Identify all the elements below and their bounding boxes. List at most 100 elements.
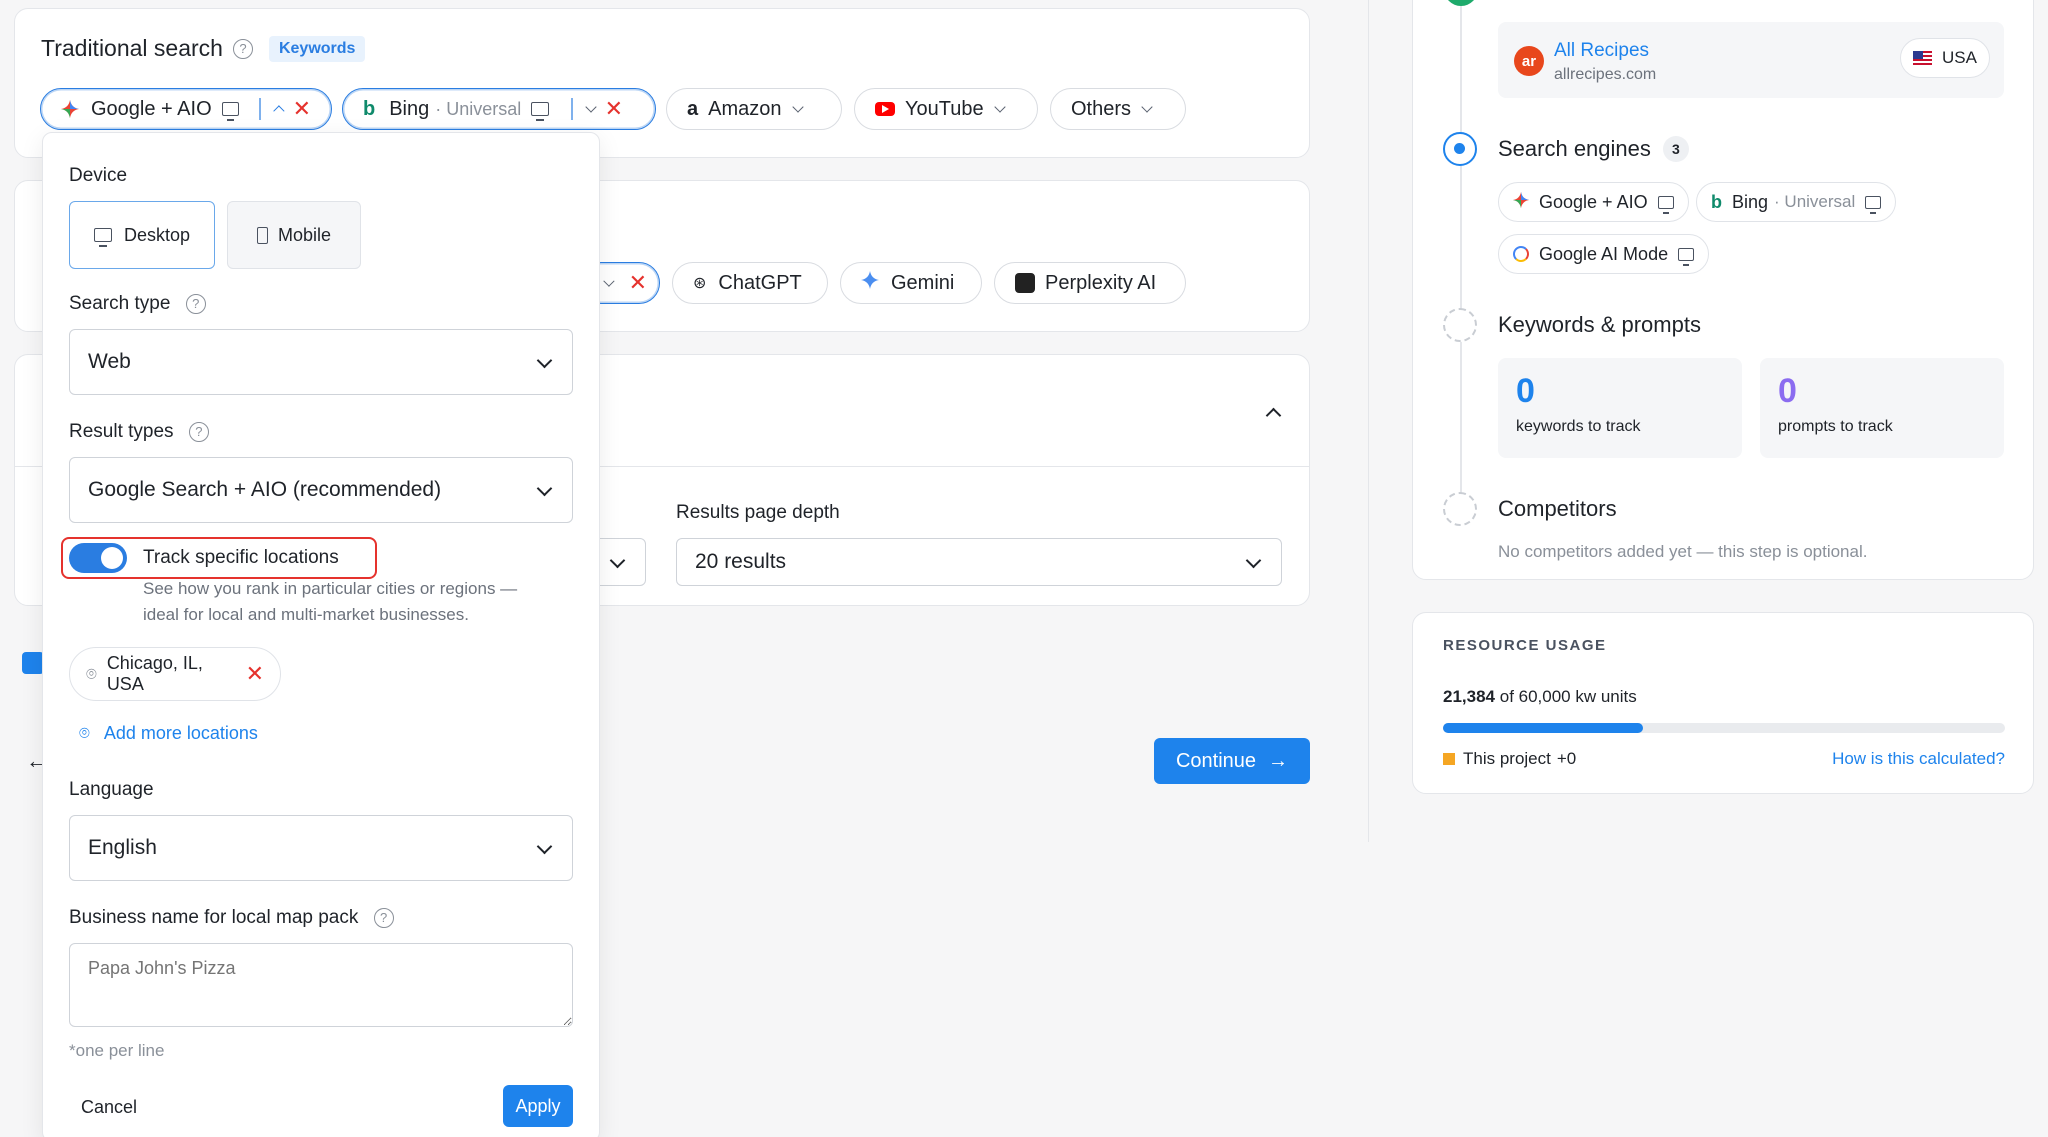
project-color-swatch	[1443, 753, 1455, 765]
chevron-down-icon	[1245, 552, 1262, 568]
engine-pill-bing[interactable]: b Bing · Universal ✕	[342, 88, 656, 130]
device-mobile-label: Mobile	[277, 224, 332, 245]
google-ai-mode-icon	[1513, 246, 1529, 262]
result-types-select[interactable]: Google Search + AIO (recommended)	[69, 457, 573, 523]
divider	[259, 98, 261, 120]
keywords-count: 0	[1516, 372, 1535, 410]
help-icon[interactable]: ?	[188, 421, 209, 442]
chatgpt-icon: ⊛	[693, 275, 707, 292]
cancel-button[interactable]: Cancel	[81, 1097, 137, 1118]
help-icon[interactable]: ?	[373, 907, 394, 928]
location-chip[interactable]: ⌾ Chicago, IL, USA ✕	[69, 647, 281, 701]
mobile-icon	[256, 226, 268, 244]
chip-label: Google + AIO	[1539, 191, 1648, 212]
result-types-text: Result types	[69, 421, 174, 442]
language-select[interactable]: English	[69, 815, 573, 881]
continue-label: Continue	[1175, 749, 1257, 772]
column-divider	[1368, 0, 1370, 842]
site-domain: allrecipes.com	[1554, 66, 1657, 83]
track-locations-label: Track specific locations	[143, 547, 339, 568]
remove-location-icon[interactable]: ✕	[246, 663, 264, 685]
ai-engine-pill-gemini[interactable]: Gemini	[840, 262, 982, 304]
location-pin-icon: ⌾	[86, 663, 97, 684]
summary-chip-google-ai-mode: Google AI Mode	[1498, 234, 1710, 274]
language-label: Language	[69, 779, 154, 800]
search-type-select[interactable]: Web	[69, 329, 573, 395]
chevron-up-icon[interactable]	[272, 105, 285, 117]
engine-pill-others[interactable]: Others	[1050, 88, 1186, 130]
engine-pill-youtube[interactable]: YouTube	[854, 88, 1038, 130]
chevron-down-icon[interactable]	[584, 101, 597, 113]
engines-count-badge: 3	[1662, 136, 1689, 162]
help-icon[interactable]: ?	[185, 293, 206, 314]
add-more-locations-link[interactable]: ⌾ Add more locations	[79, 723, 258, 744]
traditional-search-title: Traditional search	[41, 35, 223, 61]
gemini-icon	[861, 271, 879, 295]
remove-engine-icon[interactable]: ✕	[293, 98, 311, 120]
keywords-step-title: Keywords & prompts	[1498, 312, 1701, 337]
results-depth-select[interactable]: 20 results	[676, 538, 1282, 586]
remove-engine-icon[interactable]: ✕	[629, 272, 647, 294]
prompts-caption: prompts to track	[1778, 418, 1893, 435]
how-calculated-link[interactable]: How is this calculated?	[1832, 749, 2005, 769]
business-name-text: Business name for local map pack	[69, 907, 359, 928]
bing-icon: b	[1711, 191, 1722, 212]
engine-pill-label: Amazon	[708, 97, 782, 120]
desktop-icon	[531, 102, 550, 121]
this-project-label: This project	[1463, 749, 1551, 768]
usage-text: 21,384 of 60,000 kw units	[1443, 687, 1637, 707]
search-type-text: Search type	[69, 293, 171, 314]
competitors-step-title: Competitors	[1498, 496, 1617, 521]
prompts-stat-box: 0 prompts to track	[1760, 358, 2004, 458]
bing-icon: b	[363, 97, 376, 120]
site-name-link[interactable]: All Recipes	[1554, 40, 1649, 62]
chip-sub: · Universal	[1774, 192, 1856, 211]
engine-pill-label: Perplexity AI	[1045, 271, 1157, 294]
search-type-label: Search type ?	[69, 293, 206, 315]
keywords-stat-box: 0 keywords to track	[1498, 358, 1742, 458]
amazon-icon: a	[687, 97, 699, 120]
track-locations-desc-1: See how you rank in particular cities or…	[143, 579, 518, 598]
device-desktop-button[interactable]: Desktop	[69, 201, 215, 269]
engines-title-text: Search engines	[1498, 136, 1651, 161]
engine-pill-label: YouTube	[905, 97, 984, 120]
chevron-down-icon	[609, 552, 626, 568]
engine-pill-label: Others	[1071, 97, 1132, 120]
arrow-right-icon: →	[1268, 749, 1289, 772]
track-locations-toggle[interactable]	[69, 543, 127, 573]
engine-pill-google-aio[interactable]: Google + AIO ✕	[40, 88, 332, 130]
search-type-value: Web	[88, 350, 131, 373]
country-label: USA	[1942, 48, 1977, 67]
remove-engine-icon[interactable]: ✕	[605, 98, 623, 120]
engine-settings-popup: Device Desktop Mobile Search type ? Web …	[42, 132, 600, 1137]
resource-usage-title: RESOURCE USAGE	[1443, 637, 1607, 654]
usage-total: of 60,000 kw units	[1499, 687, 1637, 706]
site-logo: ar	[1514, 46, 1544, 76]
help-icon[interactable]: ?	[232, 38, 253, 59]
business-name-input[interactable]	[69, 943, 573, 1027]
keywords-caption: keywords to track	[1516, 418, 1641, 435]
business-name-label: Business name for local map pack ?	[69, 907, 394, 929]
ai-engine-pill-chatgpt[interactable]: ⊛ ChatGPT	[672, 262, 828, 304]
youtube-icon	[875, 102, 895, 116]
chevron-down-icon	[791, 101, 804, 113]
engine-pill-sub: · Universal	[435, 98, 522, 119]
step-active-dot	[1443, 132, 1477, 166]
ai-engine-pill-perplexity[interactable]: Perplexity AI	[994, 262, 1186, 304]
checkbox-checked[interactable]	[22, 652, 44, 674]
engine-pill-amazon[interactable]: a Amazon	[666, 88, 842, 130]
engine-pill-label: Gemini	[891, 271, 955, 294]
step-pending-dot	[1443, 492, 1477, 526]
results-depth-value: 20 results	[695, 550, 787, 573]
chevron-down-icon	[536, 352, 553, 368]
one-per-line-hint: *one per line	[69, 1041, 165, 1060]
engine-pill-label: Google + AIO	[91, 97, 212, 120]
device-mobile-button[interactable]: Mobile	[227, 201, 361, 269]
chip-label: Bing	[1732, 191, 1769, 212]
chevron-down-icon	[1141, 101, 1153, 113]
chevron-down-icon[interactable]	[603, 275, 615, 287]
country-chip[interactable]: USA	[1900, 38, 1990, 78]
us-flag-icon	[1913, 51, 1933, 65]
continue-button[interactable]: Continue →	[1154, 738, 1310, 784]
apply-button[interactable]: Apply	[503, 1085, 573, 1127]
